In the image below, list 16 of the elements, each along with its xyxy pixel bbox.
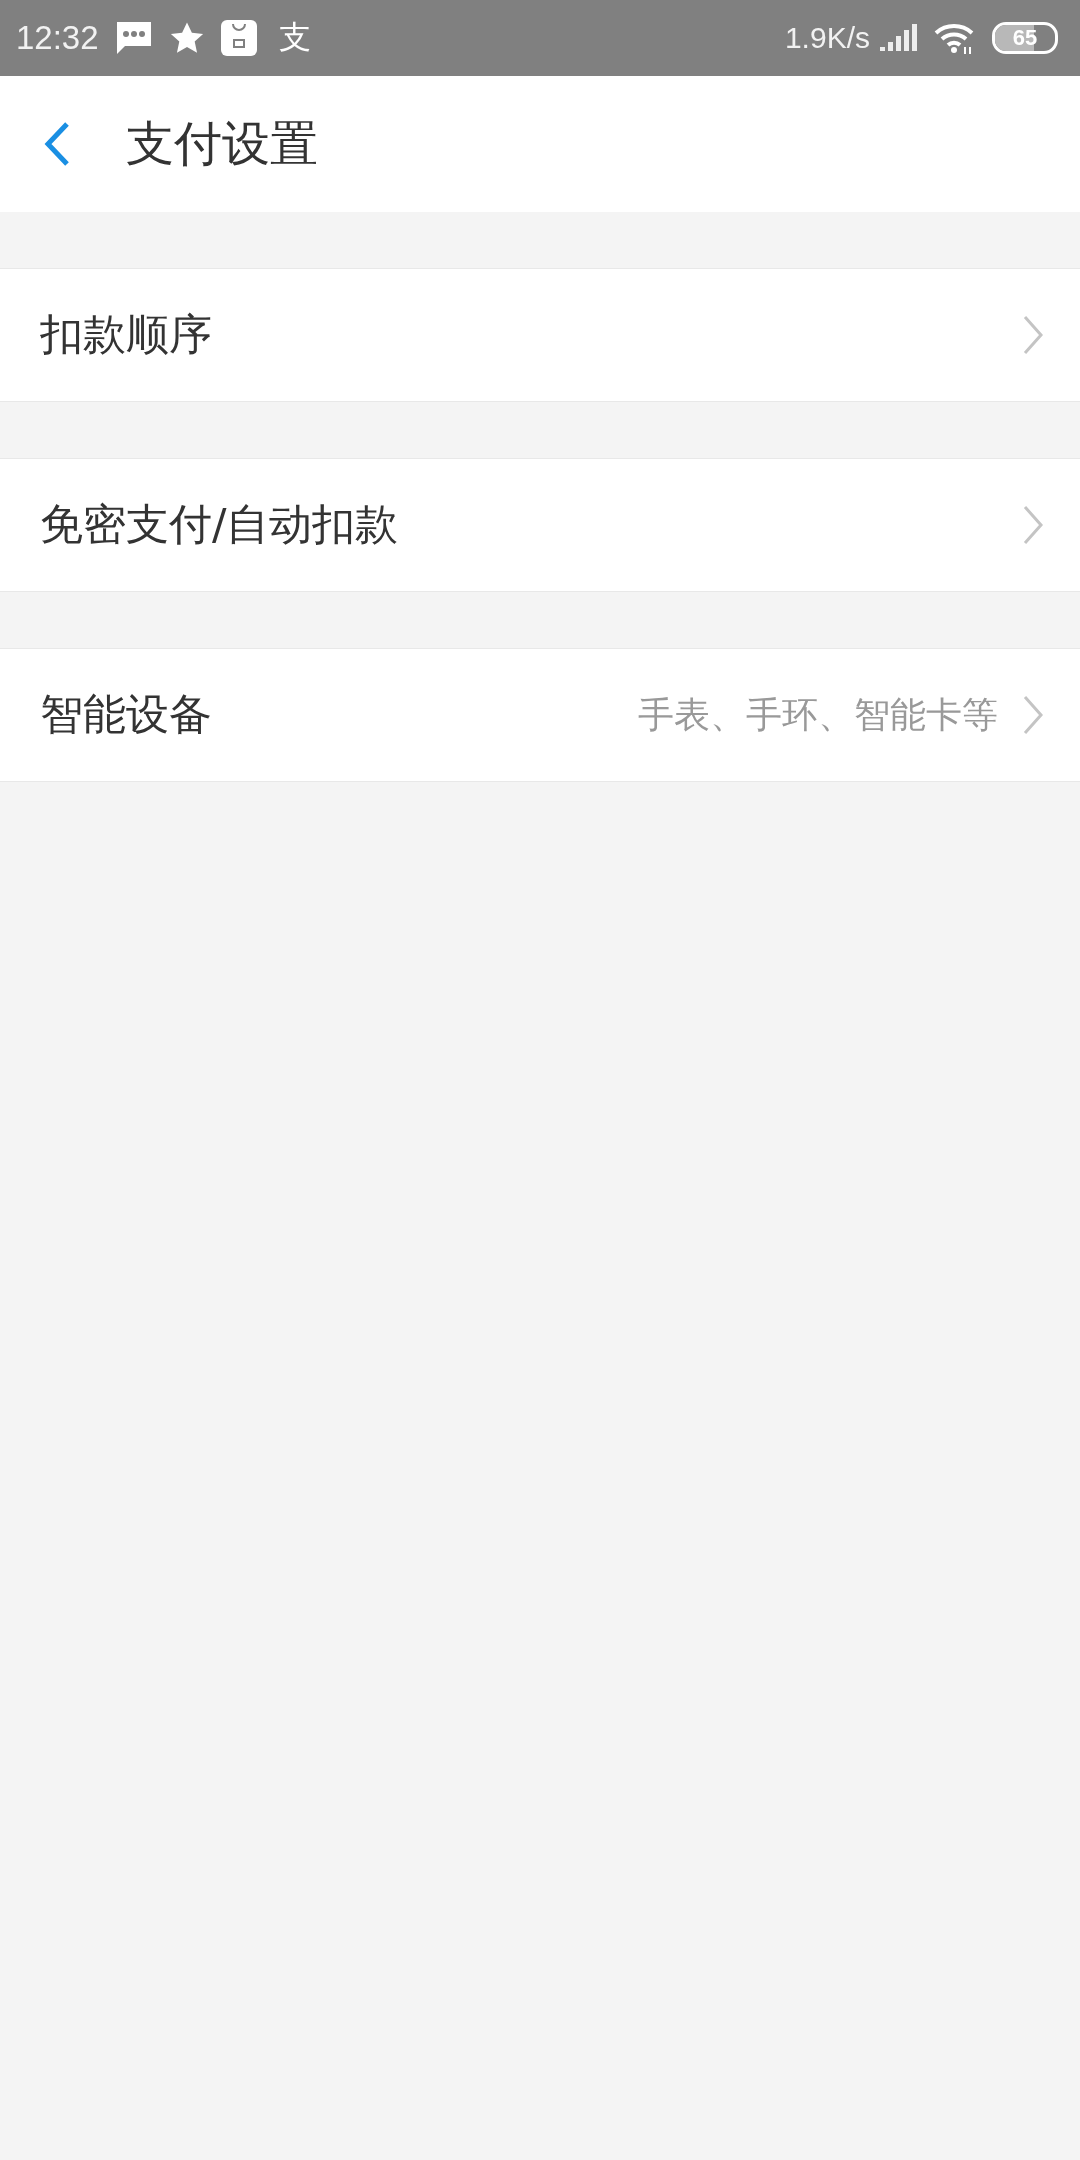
app-glyph-icon: 支 [278, 16, 311, 60]
shopping-bag-icon [220, 20, 257, 56]
network-speed: 1.9K/s [784, 21, 870, 55]
clock-time: 12:32 [16, 19, 99, 57]
chevron-right-icon [1022, 505, 1044, 545]
wifi-icon [934, 21, 976, 55]
settings-row[interactable]: 智能设备 手表、手环、智能卡等 [0, 648, 1080, 782]
signal-icon [878, 23, 918, 53]
settings-row[interactable]: 免密支付/自动扣款 [0, 458, 1080, 592]
star-icon [168, 21, 205, 55]
chevron-right-icon [1022, 695, 1044, 735]
page-title: 支付设置 [126, 114, 318, 173]
settings-row[interactable]: 扣款顺序 [0, 268, 1080, 402]
chevron-right-icon [1022, 315, 1044, 355]
chat-bubble-icon [114, 20, 153, 56]
battery-icon: 65 [992, 22, 1058, 54]
